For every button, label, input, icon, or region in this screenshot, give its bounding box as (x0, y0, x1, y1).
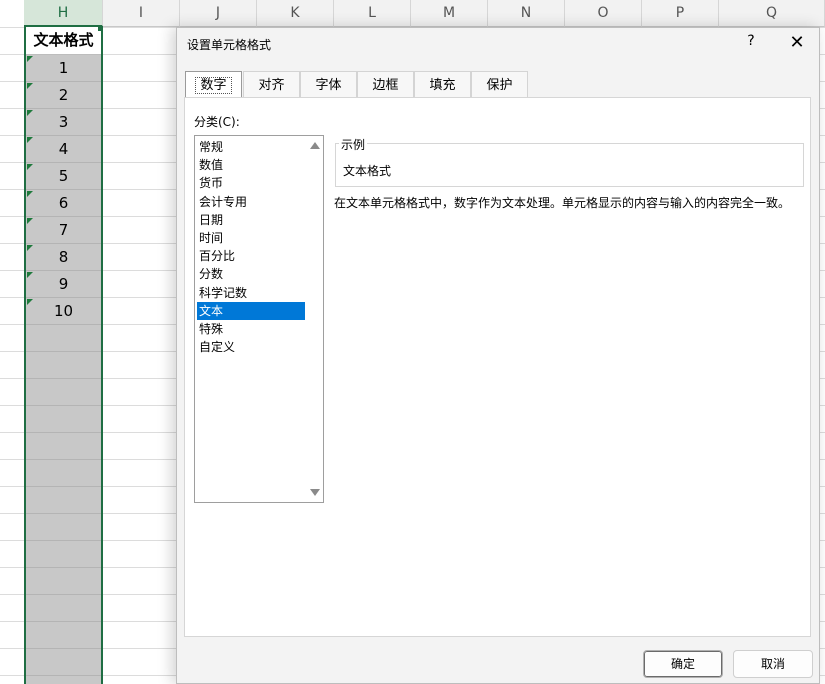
table-cell[interactable] (26, 325, 101, 352)
column-header-i[interactable]: I (103, 0, 180, 27)
tab-label: 边框 (372, 78, 399, 93)
table-cell[interactable]: 2 (26, 82, 101, 109)
category-listbox[interactable]: 常规 数值 货币 会计专用 日期 时间 百分比 分数 科学记数 文本 特殊 自定义 (194, 135, 324, 503)
column-header-l[interactable]: L (334, 0, 411, 27)
category-item[interactable]: 数值 (197, 156, 305, 174)
format-description: 在文本单元格格式中，数字作为文本处理。单元格显示的内容与输入的内容完全一致。 (334, 196, 791, 210)
cell-value: 4 (58, 140, 69, 158)
text-number-indicator-icon (27, 272, 33, 278)
text-number-indicator-icon (27, 218, 33, 224)
category-item[interactable]: 自定义 (197, 338, 305, 356)
close-button[interactable]: ✕ (785, 31, 809, 55)
text-number-indicator-icon (27, 299, 33, 305)
cell-value: 2 (58, 86, 69, 104)
category-item[interactable]: 文本 (197, 301, 305, 320)
category-item[interactable]: 特殊 (197, 320, 305, 338)
column-header-h[interactable]: H (24, 0, 103, 27)
tab-label: 数字 (195, 77, 232, 94)
tab-label: 对齐 (258, 78, 285, 93)
column-header-n[interactable]: N (488, 0, 565, 27)
sample-value: 文本格式 (343, 164, 392, 178)
cell-value: 9 (58, 275, 69, 293)
category-item[interactable]: 百分比 (197, 247, 305, 265)
tab-2[interactable]: 字体 (300, 71, 357, 98)
table-cell[interactable] (26, 595, 101, 622)
tab-label: 保护 (486, 78, 513, 93)
table-cell[interactable] (26, 622, 101, 649)
cell-value: 6 (58, 194, 69, 212)
sample-legend: 示例 (339, 136, 368, 153)
category-item[interactable]: 时间 (197, 229, 305, 247)
sample-box (335, 143, 804, 187)
tab-5[interactable]: 保护 (471, 71, 528, 98)
column-header-j[interactable]: J (180, 0, 257, 27)
cell-value: 3 (58, 113, 69, 131)
table-cell[interactable] (26, 514, 101, 541)
category-item[interactable]: 货币 (197, 174, 305, 192)
tab-label: 填充 (429, 78, 456, 93)
table-cell[interactable] (26, 649, 101, 676)
text-number-indicator-icon (27, 191, 33, 197)
tab-3[interactable]: 边框 (357, 71, 414, 98)
text-number-indicator-icon (27, 83, 33, 89)
category-label: 分类(C): (194, 115, 240, 129)
table-cell[interactable] (26, 433, 101, 460)
category-item[interactable]: 日期 (197, 211, 305, 229)
cell-value: 10 (53, 302, 74, 320)
table-cell[interactable] (26, 568, 101, 595)
text-number-indicator-icon (27, 56, 33, 62)
scroll-down-icon[interactable] (310, 489, 320, 496)
table-cell[interactable]: 4 (26, 136, 101, 163)
table-cell[interactable] (26, 487, 101, 514)
text-number-indicator-icon (27, 110, 33, 116)
help-button[interactable]: ? (741, 33, 761, 53)
column-header-q[interactable]: Q (719, 0, 825, 27)
cancel-button[interactable]: 取消 (733, 650, 813, 678)
dialog-titlebar[interactable]: 设置单元格格式 ? ✕ (177, 28, 819, 58)
category-scrollbar[interactable] (307, 136, 323, 502)
column-header-o[interactable]: O (565, 0, 642, 27)
number-tab-panel: 分类(C): 常规 数值 货币 会计专用 日期 时间 百分比 分数 科学记数 文本 特殊 自定义 示例… (184, 97, 811, 637)
fill-handle[interactable] (98, 26, 103, 31)
text-number-indicator-icon (27, 245, 33, 251)
tab-1[interactable]: 对齐 (243, 71, 300, 98)
text-number-indicator-icon (27, 164, 33, 170)
selected-column-h[interactable]: 文本格式 1 2 3 4 5 6 7 8 9 10 (24, 27, 103, 684)
table-cell[interactable]: 9 (26, 271, 101, 298)
header-cell[interactable]: 文本格式 (26, 27, 101, 55)
cell-list: 1 2 3 4 5 6 7 8 9 10 (26, 55, 101, 676)
table-cell[interactable] (26, 379, 101, 406)
table-cell[interactable] (26, 541, 101, 568)
column-header-k[interactable]: K (257, 0, 334, 27)
table-cell[interactable]: 8 (26, 244, 101, 271)
tab-label: 字体 (315, 78, 342, 93)
table-cell[interactable] (26, 406, 101, 433)
table-cell[interactable]: 3 (26, 109, 101, 136)
column-header-p[interactable]: P (642, 0, 719, 27)
category-item[interactable]: 科学记数 (197, 284, 305, 302)
text-number-indicator-icon (27, 137, 33, 143)
scroll-up-icon[interactable] (310, 142, 320, 149)
tab-0[interactable]: 数字 (185, 71, 242, 98)
cell-value: 8 (58, 248, 69, 266)
table-cell[interactable]: 1 (26, 55, 101, 82)
table-cell[interactable]: 5 (26, 163, 101, 190)
cell-value: 1 (58, 59, 69, 77)
category-item[interactable]: 分数 (197, 265, 305, 283)
table-cell[interactable] (26, 460, 101, 487)
tab-4[interactable]: 填充 (414, 71, 471, 98)
table-cell[interactable]: 6 (26, 190, 101, 217)
table-cell[interactable] (26, 352, 101, 379)
category-item[interactable]: 会计专用 (197, 193, 305, 211)
dialog-title: 设置单元格格式 (187, 38, 272, 52)
table-cell[interactable]: 7 (26, 217, 101, 244)
table-cell[interactable]: 10 (26, 298, 101, 325)
column-header-m[interactable]: M (411, 0, 488, 27)
cell-value: 7 (58, 221, 69, 239)
ok-button[interactable]: 确定 (643, 650, 723, 678)
format-cells-dialog: 设置单元格格式 ? ✕ 数字 对齐 字体 边框 填充 保护 分类(C): 常规 数值 货币 会计… (176, 27, 820, 684)
category-item[interactable]: 常规 (197, 138, 305, 156)
cell-value: 5 (58, 167, 69, 185)
